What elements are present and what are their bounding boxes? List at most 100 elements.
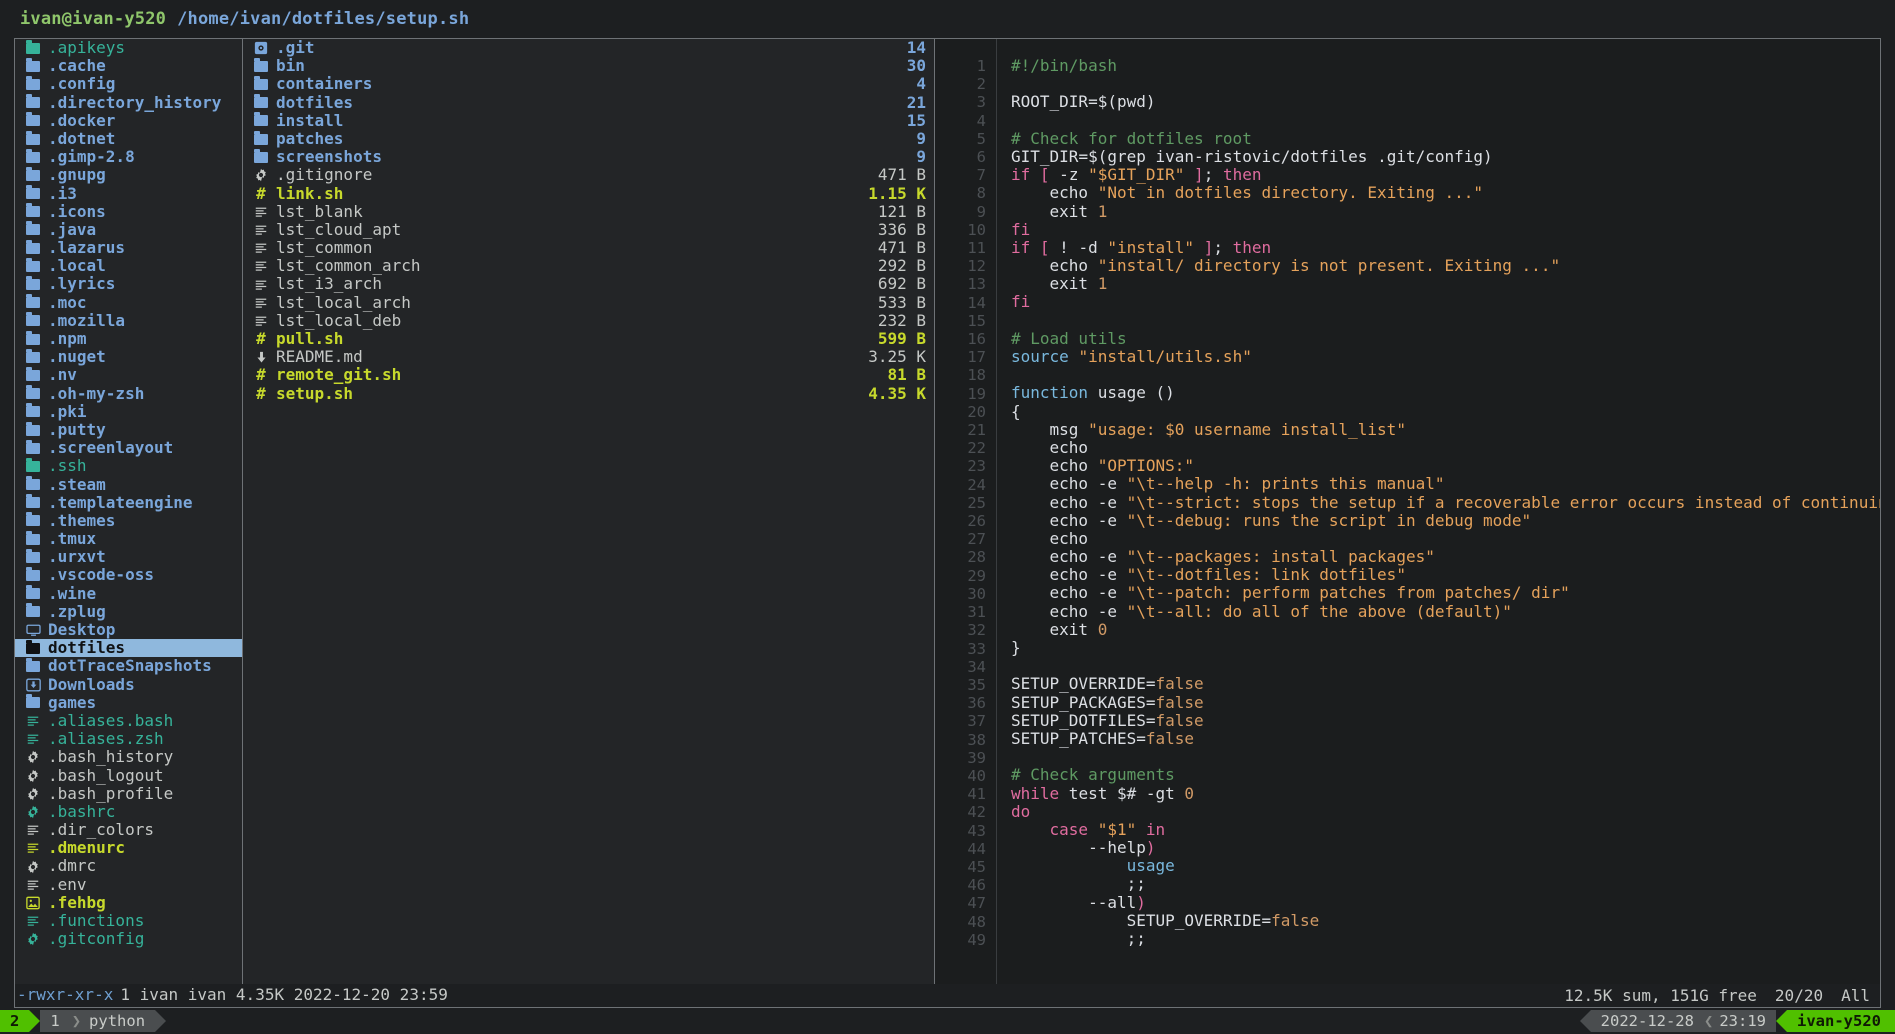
- file-list-row[interactable]: # pull.sh 599 B: [243, 329, 934, 348]
- sidebar-item[interactable]: .vscode-oss: [15, 566, 242, 584]
- sidebar-item[interactable]: .dir_colors: [15, 821, 242, 839]
- file-name: .gitignore: [276, 166, 373, 185]
- file-list-row[interactable]: install 15: [243, 111, 934, 130]
- file-list-row[interactable]: dotfiles 21: [243, 93, 934, 112]
- sidebar-item[interactable]: .zplug: [15, 603, 242, 621]
- sidebar-item[interactable]: .docker: [15, 112, 242, 130]
- file-list-row[interactable]: README.md 3.25 K: [243, 347, 934, 367]
- sidebar-item[interactable]: .tmux: [15, 530, 242, 548]
- sidebar-item[interactable]: .env: [15, 876, 242, 894]
- sidebar-item[interactable]: .java: [15, 221, 242, 239]
- sidebar-item[interactable]: .i3: [15, 185, 242, 203]
- tmux-window-index[interactable]: 2: [0, 1010, 30, 1032]
- sidebar-item[interactable]: .dotnet: [15, 130, 242, 148]
- file-list-row[interactable]: # link.sh 1.15 K: [243, 184, 934, 203]
- sidebar-item[interactable]: .gitconfig: [15, 930, 242, 948]
- code-line: usage: [1011, 857, 1880, 875]
- sidebar-item[interactable]: .screenlayout: [15, 439, 242, 457]
- sidebar-item[interactable]: .directory_history: [15, 94, 242, 112]
- file-name: lst_local_arch: [276, 293, 411, 312]
- file-list-row[interactable]: patches 9: [243, 129, 934, 148]
- sidebar-item[interactable]: .themes: [15, 512, 242, 530]
- sidebar-item[interactable]: .lazarus: [15, 239, 242, 257]
- sidebar-item[interactable]: .npm: [15, 330, 242, 348]
- code-token: do: [1011, 801, 1031, 821]
- sidebar-item[interactable]: .templateengine: [15, 494, 242, 512]
- list-icon: [252, 314, 270, 328]
- sidebar-item[interactable]: .fehbg: [15, 894, 242, 912]
- sidebar-item[interactable]: .local: [15, 257, 242, 275]
- code-token: exit: [1011, 274, 1098, 294]
- sidebar-item[interactable]: .bashrc: [15, 803, 242, 821]
- sidebar-item[interactable]: .gnupg: [15, 166, 242, 184]
- sidebar-item[interactable]: .aliases.bash: [15, 712, 242, 730]
- parent-directory-pane[interactable]: .apikeys .cache .config .directory_history.…: [15, 39, 243, 984]
- sidebar-item[interactable]: .steam: [15, 476, 242, 494]
- file-list-row[interactable]: bin 30: [243, 56, 934, 75]
- sidebar-item[interactable]: .lyrics: [15, 275, 242, 293]
- sidebar-item-label: .bash_history: [48, 748, 174, 767]
- sidebar-item[interactable]: .apikeys: [15, 39, 242, 57]
- code-token: "Not in dotfiles directory. Exiting ...": [1097, 183, 1484, 203]
- file-list-row[interactable]: lst_common 471 B: [243, 238, 934, 257]
- sidebar-item[interactable]: games: [15, 694, 242, 712]
- sidebar-item[interactable]: Downloads: [15, 676, 242, 694]
- line-number: 5: [976, 129, 986, 148]
- file-list-row[interactable]: lst_blank 121 B: [243, 202, 934, 221]
- sidebar-item[interactable]: Desktop: [15, 621, 242, 639]
- sidebar-item[interactable]: dotTraceSnapshots: [15, 657, 242, 675]
- file-size: 599 B: [877, 329, 926, 348]
- file-list-row[interactable]: lst_local_arch 533 B: [243, 293, 934, 312]
- file-list-row[interactable]: lst_cloud_apt 336 B: [243, 220, 934, 239]
- line-number: 37: [967, 712, 986, 731]
- sidebar-item[interactable]: .putty: [15, 421, 242, 439]
- line-number: 26: [967, 512, 986, 531]
- code-token: "\t--strict: stops the setup if a recove…: [1126, 492, 1880, 512]
- file-name: README.md: [276, 348, 363, 367]
- file-name: dotfiles: [276, 93, 354, 112]
- file-preview-pane[interactable]: 1 2 3 4 5 6 7 8 9 10 11 12 13 14 15 16 17 18 19 20 21 22 23 24 2…: [935, 39, 1880, 984]
- sidebar-item[interactable]: .ssh: [15, 457, 242, 475]
- sidebar-item[interactable]: .wine: [15, 585, 242, 603]
- sidebar-item[interactable]: .functions: [15, 912, 242, 930]
- code-token: false: [1155, 674, 1204, 694]
- file-list-row[interactable]: screenshots 9: [243, 147, 934, 166]
- sidebar-item[interactable]: .pki: [15, 403, 242, 421]
- sidebar-item[interactable]: .mozilla: [15, 312, 242, 330]
- sidebar-item[interactable]: .moc: [15, 294, 242, 312]
- tmux-pane-index[interactable]: 1: [40, 1010, 64, 1032]
- sidebar-item[interactable]: .cache: [15, 57, 242, 75]
- sidebar-item[interactable]: dotfiles: [15, 639, 242, 658]
- file-size: 3.25 K: [868, 347, 926, 367]
- file-list-row[interactable]: .git 14: [243, 39, 934, 57]
- file-list-row[interactable]: containers 4: [243, 75, 934, 93]
- file-list-row[interactable]: # setup.sh 4.35 K: [243, 384, 934, 403]
- sidebar-item[interactable]: .aliases.zsh: [15, 730, 242, 748]
- sidebar-item[interactable]: .dmenurc: [15, 839, 242, 857]
- line-number: 7: [976, 166, 986, 185]
- sidebar-item-label: .icons: [48, 202, 106, 221]
- code-token: echo -e: [1011, 474, 1127, 494]
- sidebar-item[interactable]: .oh-my-zsh: [15, 385, 242, 403]
- sidebar-item[interactable]: .bash_logout: [15, 767, 242, 785]
- sidebar-item[interactable]: .urxvt: [15, 548, 242, 566]
- sidebar-item[interactable]: .bash_history: [15, 748, 242, 766]
- sidebar-item[interactable]: .gimp-2.8: [15, 148, 242, 166]
- sidebar-item[interactable]: .nuget: [15, 348, 242, 366]
- current-directory-pane[interactable]: .git 14 bin 30 containers 4 dotfiles 21 install 1…: [243, 39, 935, 984]
- file-list-row[interactable]: lst_i3_arch 692 B: [243, 275, 934, 293]
- file-list-row[interactable]: lst_common_arch 292 B: [243, 257, 934, 275]
- file-list-row[interactable]: .gitignore 471 B: [243, 166, 934, 184]
- sidebar-item[interactable]: .dmrc: [15, 857, 242, 875]
- code-token: $(: [1097, 92, 1117, 112]
- tmux-pane-name[interactable]: python: [89, 1010, 156, 1032]
- sidebar-item[interactable]: .nv: [15, 366, 242, 384]
- file-list-row[interactable]: # remote_git.sh 81 B: [243, 366, 934, 384]
- file-list-row[interactable]: lst_local_deb 232 B: [243, 311, 934, 330]
- sidebar-item-label: .aliases.bash: [48, 711, 174, 730]
- sidebar-item[interactable]: .icons: [15, 203, 242, 221]
- sidebar-item[interactable]: .config: [15, 75, 242, 93]
- folder-icon: [24, 112, 42, 127]
- sidebar-item[interactable]: .bash_profile: [15, 785, 242, 803]
- code-line: exit 1: [1011, 275, 1880, 293]
